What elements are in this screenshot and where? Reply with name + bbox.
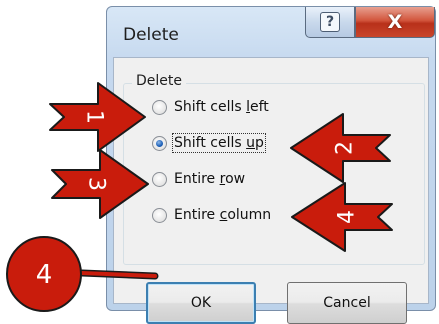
dialog-title: Delete	[123, 25, 179, 45]
help-button[interactable]: ?	[305, 7, 355, 38]
annotation-circle-4: 4	[6, 236, 82, 312]
cancel-button[interactable]: Cancel	[287, 282, 407, 324]
option-label-shift-cells-up: Shift cells up	[172, 133, 266, 153]
delete-dialog: Delete ? X Delete Shift cells left Shift…	[106, 6, 436, 324]
annotation-arrow-1-label: 1	[82, 110, 107, 124]
option-label-entire-row: Entire row	[174, 171, 246, 187]
option-label-entire-column: Entire column	[174, 207, 272, 223]
radio-shift-cells-left[interactable]	[152, 99, 167, 115]
radio-shift-cells-up[interactable]	[152, 135, 167, 151]
close-icon: X	[387, 11, 403, 33]
annotation-arrow-3-label: 3	[84, 177, 109, 191]
dialog-body: Delete Shift cells left Shift cells up E…	[113, 57, 429, 324]
radio-selected-dot	[156, 139, 163, 147]
radio-entire-row[interactable]	[152, 171, 167, 187]
close-button[interactable]: X	[355, 7, 435, 38]
group-label: Delete	[132, 73, 186, 89]
option-entire-column[interactable]: Entire column	[152, 202, 271, 228]
option-entire-row[interactable]: Entire row	[152, 166, 245, 192]
ok-button[interactable]: OK	[146, 282, 256, 324]
delete-options-group: Delete Shift cells left Shift cells up E…	[123, 73, 425, 265]
annotation-circle-4-label: 4	[36, 260, 53, 290]
option-shift-cells-up[interactable]: Shift cells up	[152, 130, 266, 156]
radio-entire-column[interactable]	[152, 207, 167, 223]
option-shift-cells-left[interactable]: Shift cells left	[152, 94, 269, 120]
help-icon: ?	[320, 12, 340, 32]
option-label-shift-cells-left: Shift cells left	[174, 99, 269, 115]
